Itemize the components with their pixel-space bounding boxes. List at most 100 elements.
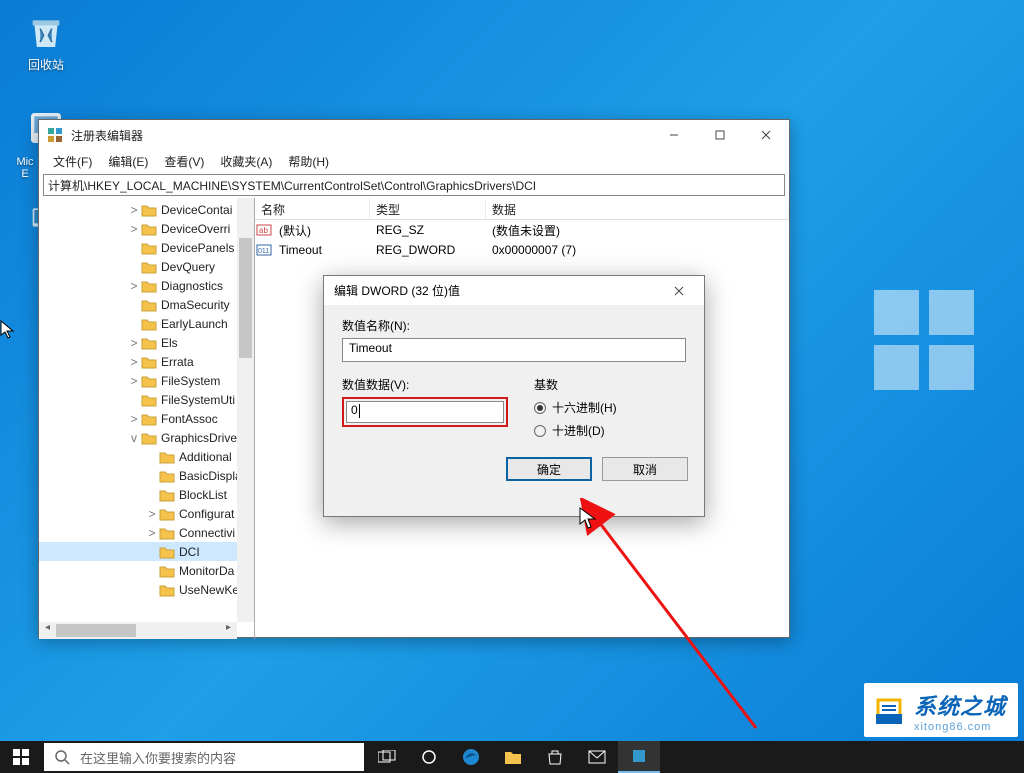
tree-item[interactable]: >DeviceOverri: [39, 219, 254, 238]
value-name-field[interactable]: Timeout: [342, 338, 686, 362]
cortana-button[interactable]: [408, 741, 450, 773]
mail-button[interactable]: [576, 741, 618, 773]
close-button[interactable]: [743, 120, 789, 150]
expand-icon[interactable]: >: [145, 507, 159, 521]
expand-icon[interactable]: >: [127, 203, 141, 217]
list-header[interactable]: 名称 类型 数据: [255, 198, 789, 220]
taskbar-search[interactable]: 在这里输入你要搜索的内容: [44, 743, 364, 771]
cursor-arrow-icon: [0, 320, 16, 340]
tree-item-label: Els: [161, 336, 178, 350]
radio-icon: [534, 402, 546, 414]
col-data[interactable]: 数据: [486, 198, 789, 219]
watermark: 系统之城 xitong86.com: [864, 683, 1018, 737]
ok-button[interactable]: 确定: [506, 457, 592, 481]
search-icon: [54, 749, 70, 765]
tree-item[interactable]: >Errata: [39, 352, 254, 371]
start-button[interactable]: [0, 741, 42, 773]
radio-hex[interactable]: 十六进制(H): [534, 399, 617, 416]
menu-file[interactable]: 文件(F): [45, 151, 100, 172]
menu-view[interactable]: 查看(V): [156, 151, 212, 172]
menu-bar: 文件(F) 编辑(E) 查看(V) 收藏夹(A) 帮助(H): [39, 150, 789, 172]
dialog-titlebar[interactable]: 编辑 DWORD (32 位)值: [324, 276, 704, 305]
radio-dec[interactable]: 十进制(D): [534, 422, 617, 439]
minimize-button[interactable]: [651, 120, 697, 150]
taskbar: 在这里输入你要搜索的内容: [0, 741, 1024, 773]
taskview-button[interactable]: [366, 741, 408, 773]
watermark-icon: [872, 694, 906, 728]
dialog-close-button[interactable]: [664, 276, 694, 306]
window-title: 注册表编辑器: [71, 127, 143, 144]
tree-item[interactable]: > Configurat: [39, 504, 254, 523]
folder-icon: [141, 412, 157, 426]
tree-scrollbar-h[interactable]: ◂▸: [39, 622, 237, 639]
tree-item-label: Additional: [179, 450, 232, 464]
expand-icon[interactable]: >: [127, 374, 141, 388]
search-placeholder: 在这里输入你要搜索的内容: [80, 748, 236, 767]
tree-item[interactable]: vGraphicsDrive: [39, 428, 254, 447]
expand-icon[interactable]: >: [127, 336, 141, 350]
menu-edit[interactable]: 编辑(E): [100, 151, 156, 172]
regedit-icon: [47, 127, 63, 143]
edge-icon: [462, 748, 480, 766]
store-button[interactable]: [534, 741, 576, 773]
tree-item[interactable]: > Connectivi: [39, 523, 254, 542]
tree-item[interactable]: DmaSecurity: [39, 295, 254, 314]
desktop-edge[interactable]: MicE: [10, 156, 40, 180]
list-row[interactable]: 011TimeoutREG_DWORD0x00000007 (7): [255, 240, 789, 260]
expand-icon[interactable]: >: [145, 526, 159, 540]
tree-item-label: DmaSecurity: [161, 298, 230, 312]
tree-item[interactable]: Additional: [39, 447, 254, 466]
tree-item[interactable]: DCI: [39, 542, 254, 561]
folder-icon: [141, 431, 157, 445]
tree-item[interactable]: > Els: [39, 333, 254, 352]
expand-icon[interactable]: v: [127, 431, 141, 445]
expand-icon[interactable]: >: [127, 222, 141, 236]
menu-help[interactable]: 帮助(H): [280, 151, 337, 172]
tree-item[interactable]: DevQuery: [39, 257, 254, 276]
watermark-cn: 系统之城: [914, 689, 1006, 721]
tree-item[interactable]: >Diagnostics: [39, 276, 254, 295]
menu-favorites[interactable]: 收藏夹(A): [212, 151, 280, 172]
titlebar[interactable]: 注册表编辑器: [39, 120, 789, 150]
tree-item-label: FileSystem: [161, 374, 220, 388]
expand-icon[interactable]: >: [127, 412, 141, 426]
tree-item[interactable]: > FileSystem: [39, 371, 254, 390]
edge-button[interactable]: [450, 741, 492, 773]
explorer-button[interactable]: [492, 741, 534, 773]
tree-item-label: BlockList: [179, 488, 227, 502]
expand-icon[interactable]: >: [127, 355, 141, 369]
list-row[interactable]: ab(默认)REG_SZ(数值未设置): [255, 220, 789, 240]
value-data-field[interactable]: 0: [346, 401, 504, 423]
tree-item-label: FileSystemUti: [161, 393, 235, 407]
address-bar[interactable]: 计算机\HKEY_LOCAL_MACHINE\SYSTEM\CurrentCon…: [43, 174, 785, 196]
store-icon: [547, 749, 563, 765]
folder-icon: [504, 749, 522, 765]
tree-item[interactable]: DevicePanels: [39, 238, 254, 257]
tree-item-label: FontAssoc: [161, 412, 218, 426]
tree-item[interactable]: MonitorDa: [39, 561, 254, 580]
folder-icon: [159, 564, 175, 578]
folder-icon: [159, 545, 175, 559]
tree-item[interactable]: > FontAssoc: [39, 409, 254, 428]
cancel-button[interactable]: 取消: [602, 457, 688, 481]
tree-item[interactable]: BlockList: [39, 485, 254, 504]
tree-scrollbar-v[interactable]: [237, 198, 254, 622]
tree-item[interactable]: UseNewKe: [39, 580, 254, 599]
col-type[interactable]: 类型: [370, 198, 486, 219]
expand-icon[interactable]: >: [127, 279, 141, 293]
tree-item-label: Connectivi: [179, 526, 235, 540]
tree-item[interactable]: > DeviceContai: [39, 200, 254, 219]
desktop-recycle-bin[interactable]: 回收站: [16, 12, 76, 73]
taskview-icon: [378, 750, 396, 764]
maximize-button[interactable]: [697, 120, 743, 150]
tree-item-label: MonitorDa: [179, 564, 234, 578]
tree-item[interactable]: FileSystemUti: [39, 390, 254, 409]
tree-item-label: Configurat: [179, 507, 234, 521]
tree-item-label: DeviceContai: [161, 203, 232, 217]
tree-item[interactable]: BasicDispla: [39, 466, 254, 485]
taskbar-app-active[interactable]: [618, 741, 660, 773]
col-name[interactable]: 名称: [255, 198, 370, 219]
tree-item-label: DevQuery: [161, 260, 215, 274]
folder-icon: [141, 393, 157, 407]
tree-item[interactable]: EarlyLaunch: [39, 314, 254, 333]
